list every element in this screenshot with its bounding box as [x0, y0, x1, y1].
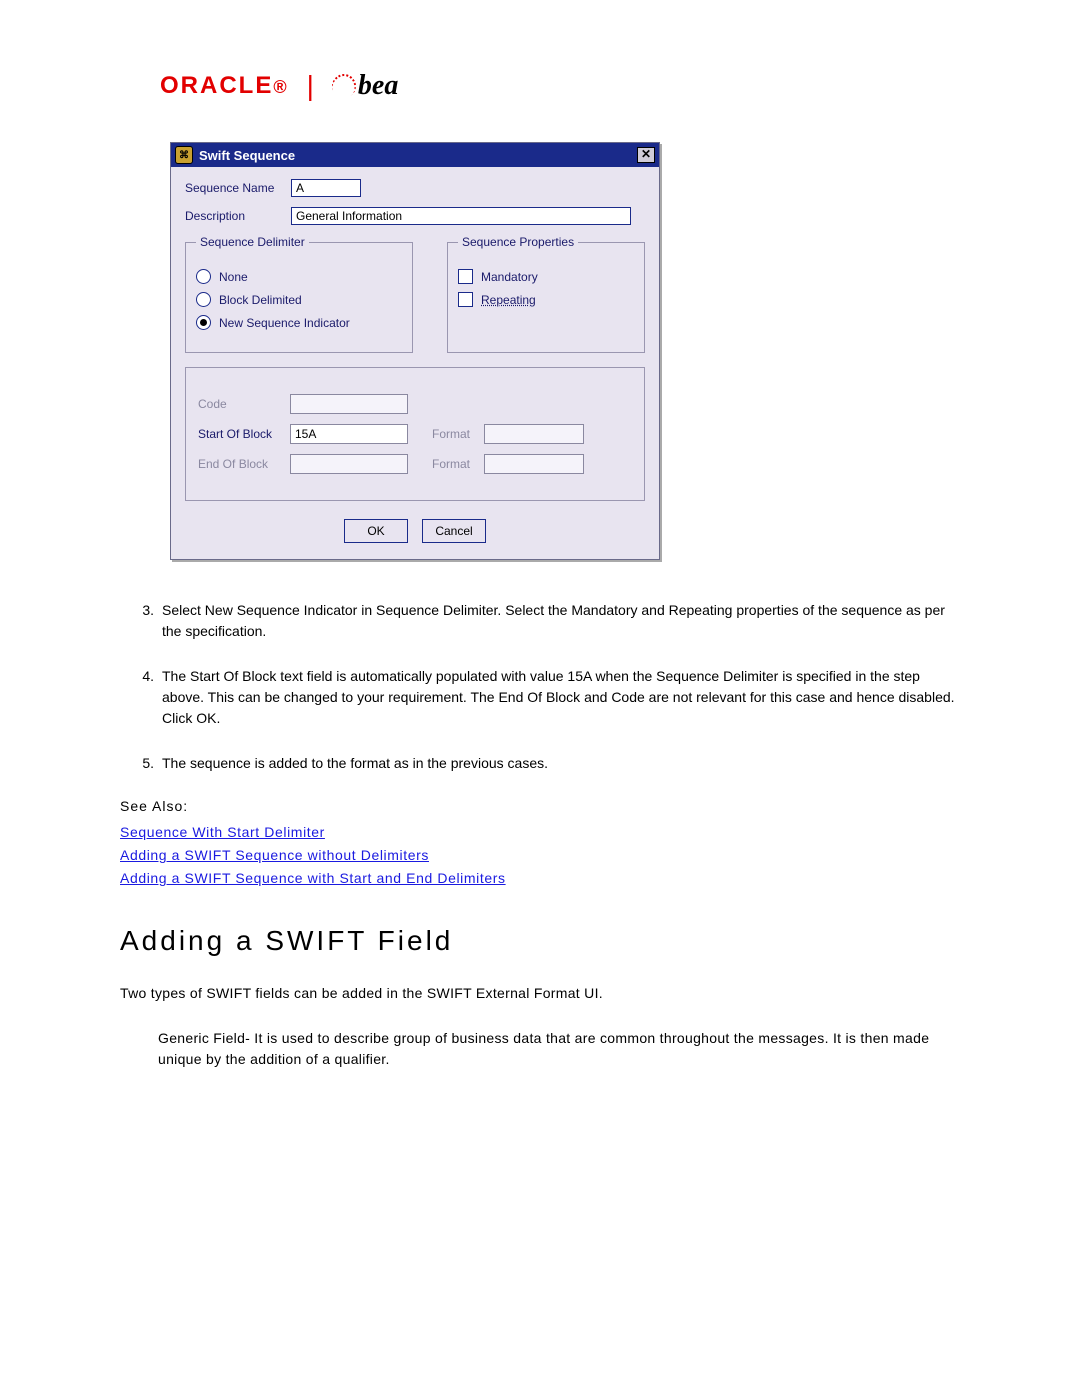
delimiter-block-label: Block Delimited: [219, 293, 302, 307]
delimiter-none-label: None: [219, 270, 248, 284]
sequence-name-input[interactable]: [291, 179, 361, 197]
start-format-input: [484, 424, 584, 444]
oracle-logo: ORACLE®: [160, 72, 289, 100]
step-5: 5. The sequence is added to the format a…: [120, 753, 960, 774]
block-fields-group: Code Start Of Block Format End Of Block …: [185, 367, 645, 501]
logo-row: ORACLE® | bea: [160, 70, 960, 102]
dialog-icon: ⌘: [175, 146, 193, 164]
repeating-label: Repeating: [481, 293, 536, 307]
code-label: Code: [198, 397, 290, 411]
end-format-label: Format: [432, 457, 484, 471]
sequence-properties-group: Sequence Properties Mandatory Repeating: [447, 235, 645, 353]
step-number: 3.: [120, 600, 162, 642]
sequence-properties-legend: Sequence Properties: [458, 235, 578, 249]
link-start-end-delimiters[interactable]: Adding a SWIFT Sequence with Start and E…: [120, 868, 960, 889]
dialog-title: Swift Sequence: [199, 148, 637, 163]
close-icon[interactable]: ✕: [637, 147, 655, 163]
step-3: 3. Select New Sequence Indicator in Sequ…: [120, 600, 960, 642]
step-text: The Start Of Block text field is automat…: [162, 666, 960, 729]
step-text: Select New Sequence Indicator in Sequenc…: [162, 600, 960, 642]
end-format-input: [484, 454, 584, 474]
start-of-block-label: Start Of Block: [198, 427, 290, 441]
intro-paragraph: Two types of SWIFT fields can be added i…: [120, 983, 960, 1004]
bea-logo: bea: [332, 70, 398, 102]
link-without-delimiters[interactable]: Adding a SWIFT Sequence without Delimite…: [120, 845, 960, 866]
code-input: [290, 394, 408, 414]
ok-button[interactable]: OK: [344, 519, 408, 543]
sequence-delimiter-legend: Sequence Delimiter: [196, 235, 309, 249]
step-number: 5.: [120, 753, 162, 774]
link-start-delimiter[interactable]: Sequence With Start Delimiter: [120, 822, 960, 843]
start-of-block-input[interactable]: [290, 424, 408, 444]
end-of-block-label: End Of Block: [198, 457, 290, 471]
delimiter-block-radio[interactable]: [196, 292, 211, 307]
generic-field-paragraph: Generic Field- It is used to describe gr…: [158, 1028, 960, 1070]
repeating-checkbox[interactable]: [458, 292, 473, 307]
heading-adding-swift-field: Adding a SWIFT Field: [120, 925, 960, 957]
step-text: The sequence is added to the format as i…: [162, 753, 548, 774]
sequence-name-label: Sequence Name: [185, 181, 291, 195]
cancel-button[interactable]: Cancel: [422, 519, 486, 543]
delimiter-new-label: New Sequence Indicator: [219, 316, 350, 330]
description-input[interactable]: [291, 207, 631, 225]
step-4: 4. The Start Of Block text field is auto…: [120, 666, 960, 729]
description-label: Description: [185, 209, 291, 223]
swift-sequence-dialog: ⌘ Swift Sequence ✕ Sequence Name Descrip…: [170, 142, 660, 560]
step-number: 4.: [120, 666, 162, 729]
start-format-label: Format: [432, 427, 484, 441]
mandatory-checkbox[interactable]: [458, 269, 473, 284]
bea-swirl-icon: [327, 70, 360, 103]
mandatory-label: Mandatory: [481, 270, 538, 284]
see-also-label: See Also:: [120, 798, 960, 814]
delimiter-new-radio[interactable]: [196, 315, 211, 330]
dialog-titlebar: ⌘ Swift Sequence ✕: [171, 143, 659, 167]
sequence-delimiter-group: Sequence Delimiter None Block Delimited …: [185, 235, 413, 353]
delimiter-none-radio[interactable]: [196, 269, 211, 284]
end-of-block-input: [290, 454, 408, 474]
logo-separator: |: [307, 70, 314, 102]
